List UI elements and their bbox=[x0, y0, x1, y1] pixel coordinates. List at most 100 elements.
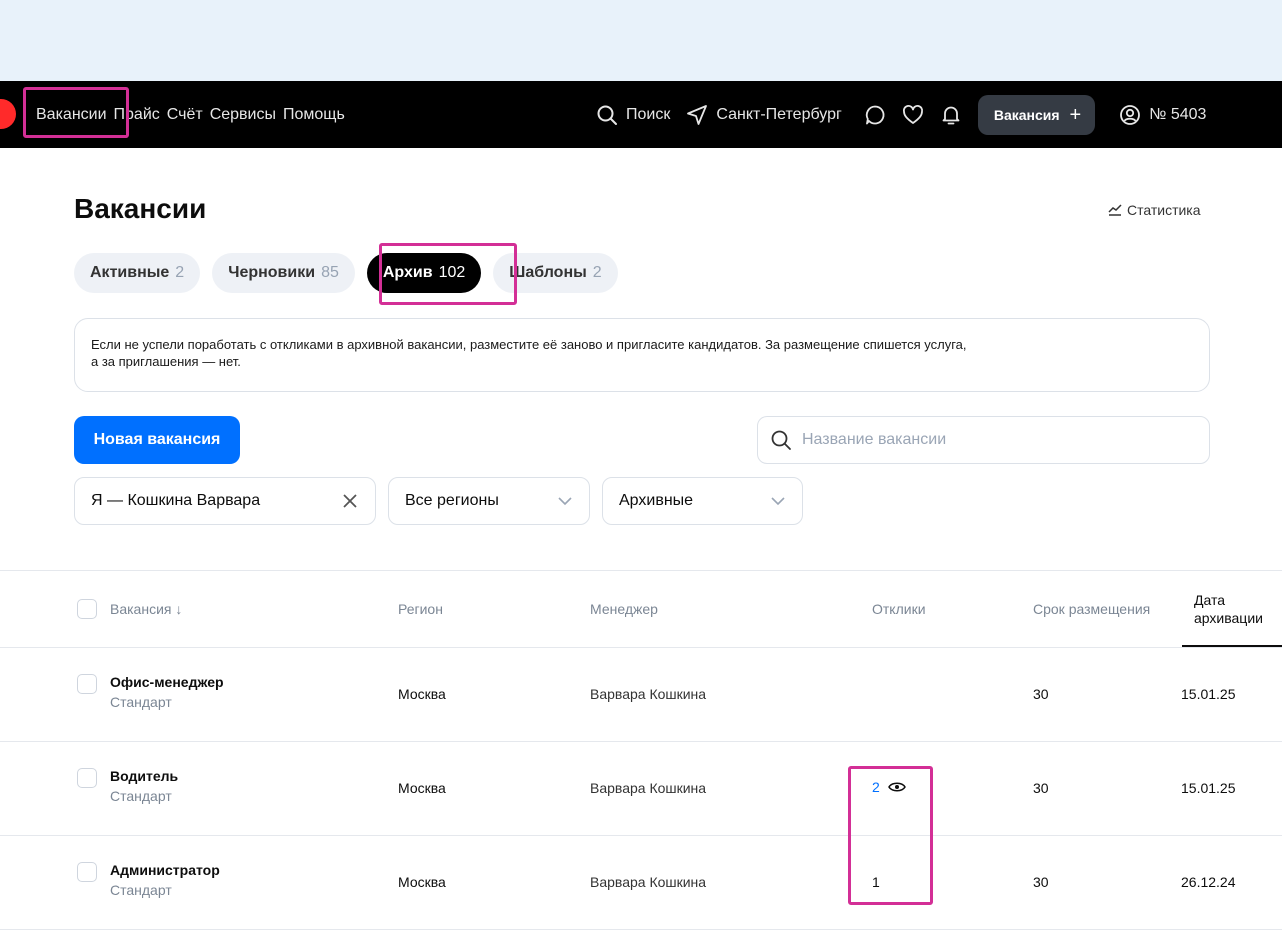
tab-count: 2 bbox=[592, 264, 602, 281]
tab-active[interactable]: Активные 2 bbox=[74, 253, 201, 293]
row-checkbox[interactable] bbox=[77, 768, 97, 788]
column-responses: Отклики bbox=[872, 601, 926, 617]
duration-cell: 30 bbox=[1033, 780, 1049, 796]
account-number: № 5403 bbox=[1149, 105, 1207, 123]
column-vacancy[interactable]: Вакансия ↓ bbox=[110, 601, 182, 617]
user-icon bbox=[1120, 104, 1141, 125]
nav-search[interactable]: Поиск bbox=[596, 104, 670, 126]
manager-cell: Варвара Кошкина bbox=[590, 874, 707, 890]
chevron-down-icon bbox=[558, 497, 572, 506]
table-row[interactable]: Офис-менеджер Стандарт Москва Варвара Ко… bbox=[0, 648, 1282, 742]
archived-date-cell: 15.01.25 bbox=[1181, 780, 1236, 796]
new-vacancy-button[interactable]: Новая вакансия bbox=[74, 416, 240, 464]
region-filter[interactable]: Все регионы bbox=[388, 477, 590, 525]
region-cell: Москва bbox=[398, 874, 446, 890]
vacancy-title[interactable]: Офис-менеджер bbox=[110, 674, 224, 690]
region-filter-value: Все регионы bbox=[405, 492, 499, 509]
column-archived-date-line1: Дата bbox=[1194, 592, 1226, 608]
row-checkbox[interactable] bbox=[77, 674, 97, 694]
column-manager: Менеджер bbox=[590, 601, 658, 617]
vacancy-tariff: Стандарт bbox=[110, 788, 172, 804]
vacancy-cell: Офис-менеджер Стандарт bbox=[110, 674, 224, 710]
archived-date-cell: 26.12.24 bbox=[1181, 874, 1236, 890]
nav-city-label: Санкт-Петербург bbox=[716, 105, 842, 123]
notice-line-2: а за приглашения — нет. bbox=[91, 354, 241, 369]
tab-archive[interactable]: Архив 102 bbox=[366, 253, 482, 293]
tab-count: 102 bbox=[438, 264, 466, 281]
post-vacancy-button[interactable]: Вакансия + bbox=[977, 94, 1096, 135]
chevron-down-icon bbox=[771, 497, 785, 506]
table-header: Вакансия ↓ Регион Менеджер Отклики Срок … bbox=[0, 571, 1282, 648]
tab-label: Архив bbox=[382, 264, 433, 281]
vacancy-cell: Водитель Стандарт bbox=[110, 768, 178, 804]
status-filter-value: Архивные bbox=[619, 492, 694, 509]
vacancy-search[interactable] bbox=[757, 416, 1210, 464]
search-icon bbox=[771, 430, 791, 450]
post-vacancy-label: Вакансия bbox=[993, 106, 1060, 123]
tab-count: 85 bbox=[321, 264, 339, 281]
nav-link-help[interactable]: Помощь bbox=[283, 106, 345, 124]
nav-search-label: Поиск bbox=[626, 105, 671, 123]
nav-links: Вакансии Прайс Счёт Сервисы Помощь bbox=[36, 81, 345, 148]
tab-label: Шаблоны bbox=[509, 264, 587, 281]
heart-icon[interactable] bbox=[902, 104, 924, 126]
vacancy-tariff: Стандарт bbox=[110, 694, 172, 710]
manager-cell: Варвара Кошкина bbox=[590, 686, 707, 702]
page-title: Вакансии bbox=[74, 193, 207, 224]
tab-count: 2 bbox=[175, 264, 185, 281]
duration-cell: 30 bbox=[1033, 874, 1049, 890]
nav-link-bill[interactable]: Счёт bbox=[167, 106, 203, 124]
chart-line-icon bbox=[1108, 204, 1122, 216]
column-region: Регион bbox=[398, 601, 443, 617]
tab-drafts[interactable]: Черновики 85 bbox=[212, 253, 355, 293]
manager-cell: Варвара Кошкина bbox=[590, 780, 707, 796]
eye-icon bbox=[887, 782, 906, 792]
nav-link-vacancies[interactable]: Вакансии bbox=[36, 106, 107, 124]
region-cell: Москва bbox=[398, 780, 446, 796]
vacancy-tariff: Стандарт bbox=[110, 882, 172, 898]
column-archived-date-line2: архивации bbox=[1194, 610, 1263, 626]
select-all-checkbox[interactable] bbox=[77, 599, 97, 619]
nav-city[interactable]: Санкт-Петербург bbox=[686, 104, 842, 126]
table-row[interactable]: Администратор Стандарт Москва Варвара Ко… bbox=[0, 836, 1282, 930]
account-menu[interactable]: № 5403 bbox=[1119, 104, 1206, 126]
plus-icon: + bbox=[1069, 103, 1082, 126]
vacancy-cell: Администратор Стандарт bbox=[110, 862, 220, 898]
column-duration: Срок размещения bbox=[1033, 601, 1151, 617]
status-filter[interactable]: Архивные bbox=[602, 477, 803, 525]
status-tabs: Активные 2 Черновики 85 Архив 102 Шаблоны 2 bbox=[74, 253, 618, 293]
column-archived-date[interactable]: Дата архивации bbox=[1194, 591, 1263, 627]
responses-cell[interactable]: 2 bbox=[872, 779, 906, 795]
sort-indicator bbox=[1182, 645, 1282, 647]
manager-filter[interactable]: Я — Кошкина Варвара bbox=[74, 477, 376, 525]
duration-cell: 30 bbox=[1033, 686, 1049, 702]
nav-link-services[interactable]: Сервисы bbox=[210, 106, 276, 124]
tab-label: Активные bbox=[90, 264, 170, 281]
statistics-link[interactable]: Статистика bbox=[1108, 202, 1201, 218]
manager-filter-value: Я — Кошкина Варвара bbox=[91, 492, 261, 509]
nav-right: Поиск Санкт-Петербург Вакансия + № 5403 bbox=[596, 81, 1206, 148]
statistics-label: Статистика bbox=[1127, 202, 1201, 218]
table-row[interactable]: Водитель Стандарт Москва Варвара Кошкина… bbox=[0, 742, 1282, 836]
row-checkbox[interactable] bbox=[77, 862, 97, 882]
tab-label: Черновики bbox=[228, 264, 316, 281]
responses-count-link[interactable]: 2 bbox=[872, 779, 880, 795]
vacancy-title[interactable]: Водитель bbox=[110, 768, 178, 784]
tab-templates[interactable]: Шаблоны 2 bbox=[493, 253, 618, 293]
logo-icon[interactable] bbox=[0, 99, 16, 129]
archived-date-cell: 15.01.25 bbox=[1181, 686, 1236, 702]
nav-link-price[interactable]: Прайс bbox=[114, 106, 160, 124]
close-icon[interactable] bbox=[341, 492, 359, 510]
vacancy-search-input[interactable] bbox=[802, 431, 1182, 449]
vacancy-title[interactable]: Администратор bbox=[110, 862, 220, 878]
top-navbar: Вакансии Прайс Счёт Сервисы Помощь Поиск… bbox=[0, 81, 1282, 148]
notice-line-1: Если не успели поработать с откликами в … bbox=[91, 337, 967, 352]
top-band bbox=[0, 0, 1282, 81]
chat-icon[interactable] bbox=[864, 104, 886, 126]
responses-cell[interactable]: 1 bbox=[872, 874, 880, 890]
bell-icon[interactable] bbox=[940, 104, 962, 126]
search-icon bbox=[597, 105, 617, 125]
location-arrow-icon bbox=[687, 104, 708, 125]
region-cell: Москва bbox=[398, 686, 446, 702]
archive-notice: Если не успели поработать с откликами в … bbox=[74, 318, 1210, 392]
